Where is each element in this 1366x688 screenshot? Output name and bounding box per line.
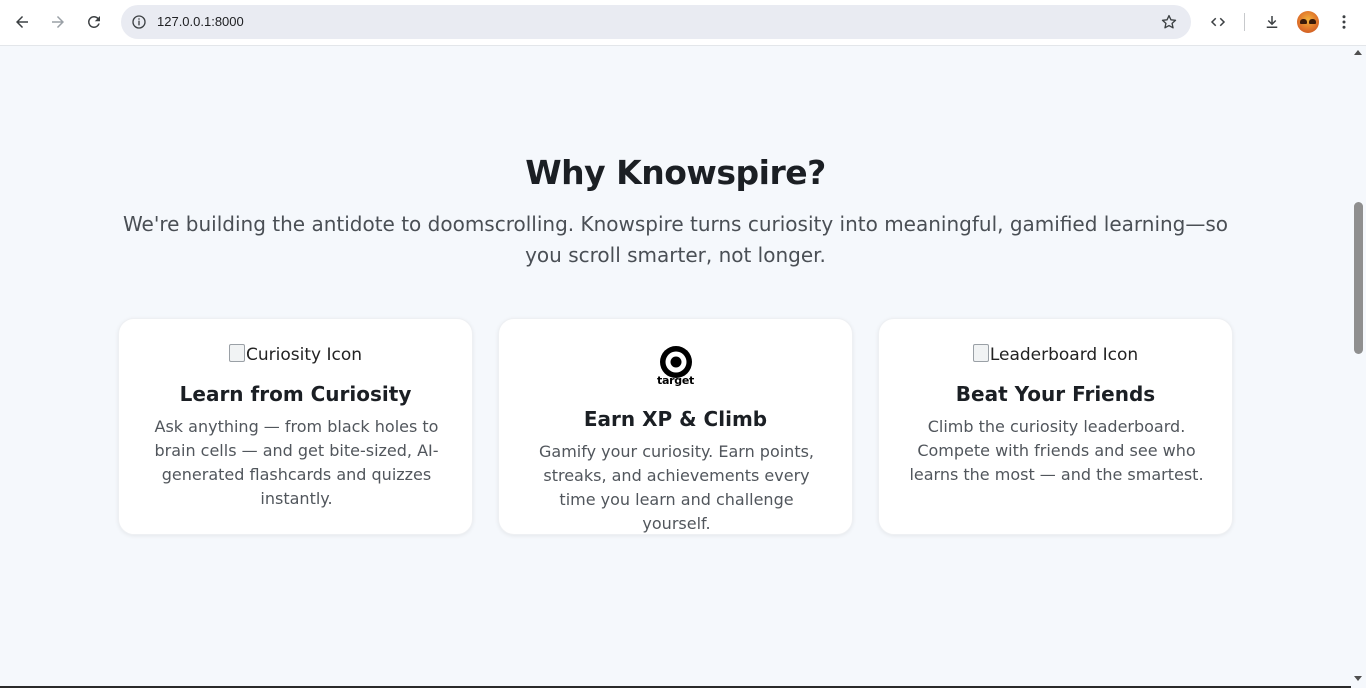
code-icon[interactable] <box>1203 7 1233 37</box>
card-title: Learn from Curiosity <box>179 382 412 406</box>
page-content: Why Knowspire? We're building the antido… <box>0 46 1351 686</box>
leaderboard-image: Leaderboard Icon <box>879 343 1232 367</box>
curiosity-image: Curiosity Icon <box>119 343 472 367</box>
avatar[interactable] <box>1297 11 1319 33</box>
card-text: Ask anything — from black holes to brain… <box>154 417 439 508</box>
scrollbar[interactable] <box>1351 46 1366 688</box>
address-bar[interactable]: 127.0.0.1:8000 <box>121 5 1191 39</box>
back-button[interactable] <box>6 6 38 38</box>
section-subtitle: We're building the antidote to doomscrol… <box>122 212 1229 267</box>
reload-icon <box>87 15 100 28</box>
toolbar-divider <box>1244 13 1245 31</box>
star-icon[interactable] <box>1159 12 1179 32</box>
curiosity-image-alt: Curiosity Icon <box>245 345 362 365</box>
broken-image-icon <box>972 344 989 362</box>
card-text: Gamify your curiosity. Earn points, stre… <box>538 442 815 533</box>
section-title: Why Knowspire? <box>525 153 826 192</box>
leaderboard-image-alt: Leaderboard Icon <box>989 345 1139 365</box>
arrow-left-icon <box>16 16 28 28</box>
card-text: Climb the curiosity leaderboard. Compete… <box>909 417 1204 484</box>
arrow-right-icon <box>52 16 64 28</box>
browser-toolbar: 127.0.0.1:8000 <box>0 0 1366 46</box>
forward-button[interactable] <box>42 6 74 38</box>
card-title: Beat Your Friends <box>955 382 1156 406</box>
feature-card-xp: target Earn XP & Climb Gamify your curio… <box>498 318 853 535</box>
scroll-down-arrow-icon[interactable] <box>1354 676 1362 681</box>
info-icon[interactable] <box>129 12 149 32</box>
kebab-menu-icon[interactable] <box>1329 7 1359 37</box>
download-icon[interactable] <box>1257 7 1287 37</box>
target-logo-word: target <box>657 374 694 387</box>
feature-card-leaderboard: Leaderboard Icon Beat Your Friends Climb… <box>878 318 1233 535</box>
feature-card-curiosity: Curiosity Icon Learn from Curiosity Ask … <box>118 318 473 535</box>
url-text[interactable]: 127.0.0.1:8000 <box>157 5 244 39</box>
scrollbar-thumb[interactable] <box>1354 202 1363 354</box>
broken-image-icon <box>228 344 245 362</box>
card-title: Earn XP & Climb <box>583 407 768 431</box>
scroll-up-arrow-icon[interactable] <box>1354 50 1362 55</box>
reload-button[interactable] <box>78 6 110 38</box>
